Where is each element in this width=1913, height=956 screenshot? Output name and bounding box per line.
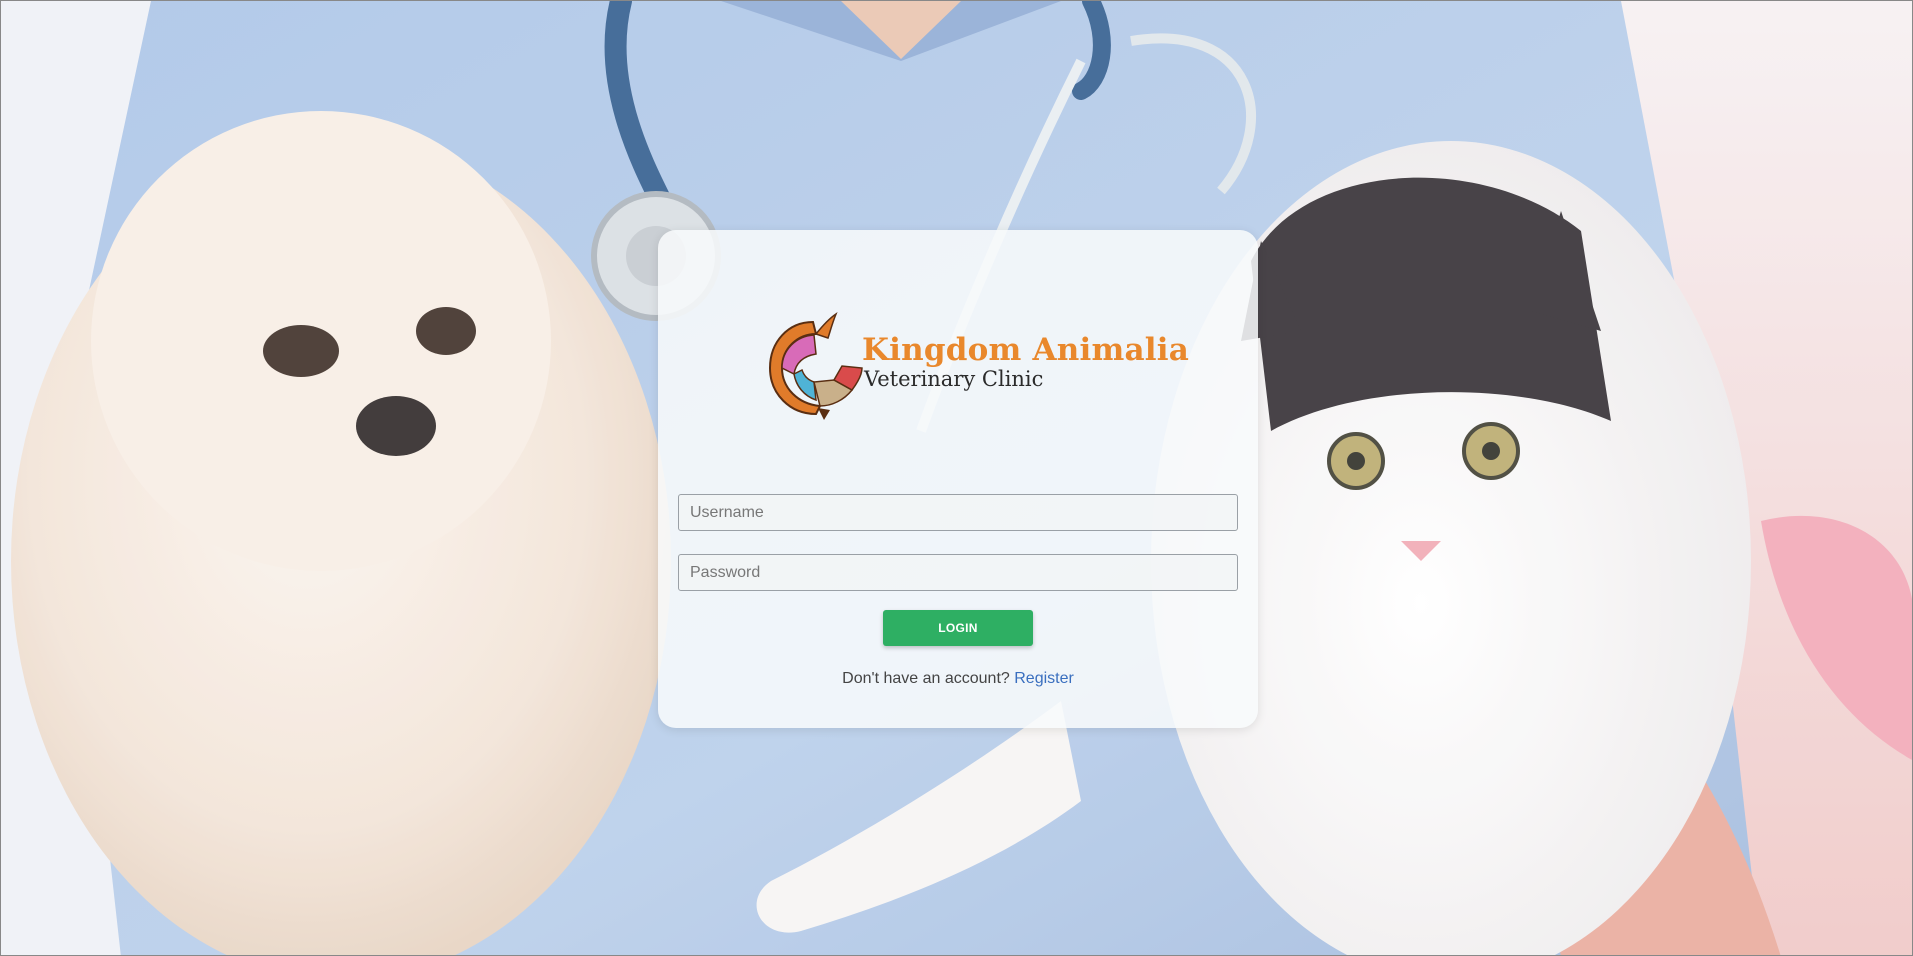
clinic-subtitle: Veterinary Clinic (864, 367, 1044, 391)
clinic-logo: Kingdom Animalia Veterinary Clinic (758, 310, 1189, 425)
clinic-name: Kingdom Animalia (862, 332, 1189, 368)
register-link[interactable]: Register (1014, 670, 1074, 687)
animal-globe-logo-icon (768, 312, 863, 420)
login-page: Kingdom Animalia Veterinary Clinic LOGIN… (0, 0, 1913, 956)
password-input[interactable] (678, 554, 1238, 591)
register-prompt-line: Don't have an account? Register (658, 670, 1258, 688)
register-prompt-text: Don't have an account? (842, 670, 1010, 687)
login-card: Kingdom Animalia Veterinary Clinic LOGIN… (658, 230, 1258, 728)
username-input[interactable] (678, 494, 1238, 531)
login-button[interactable]: LOGIN (883, 610, 1033, 646)
